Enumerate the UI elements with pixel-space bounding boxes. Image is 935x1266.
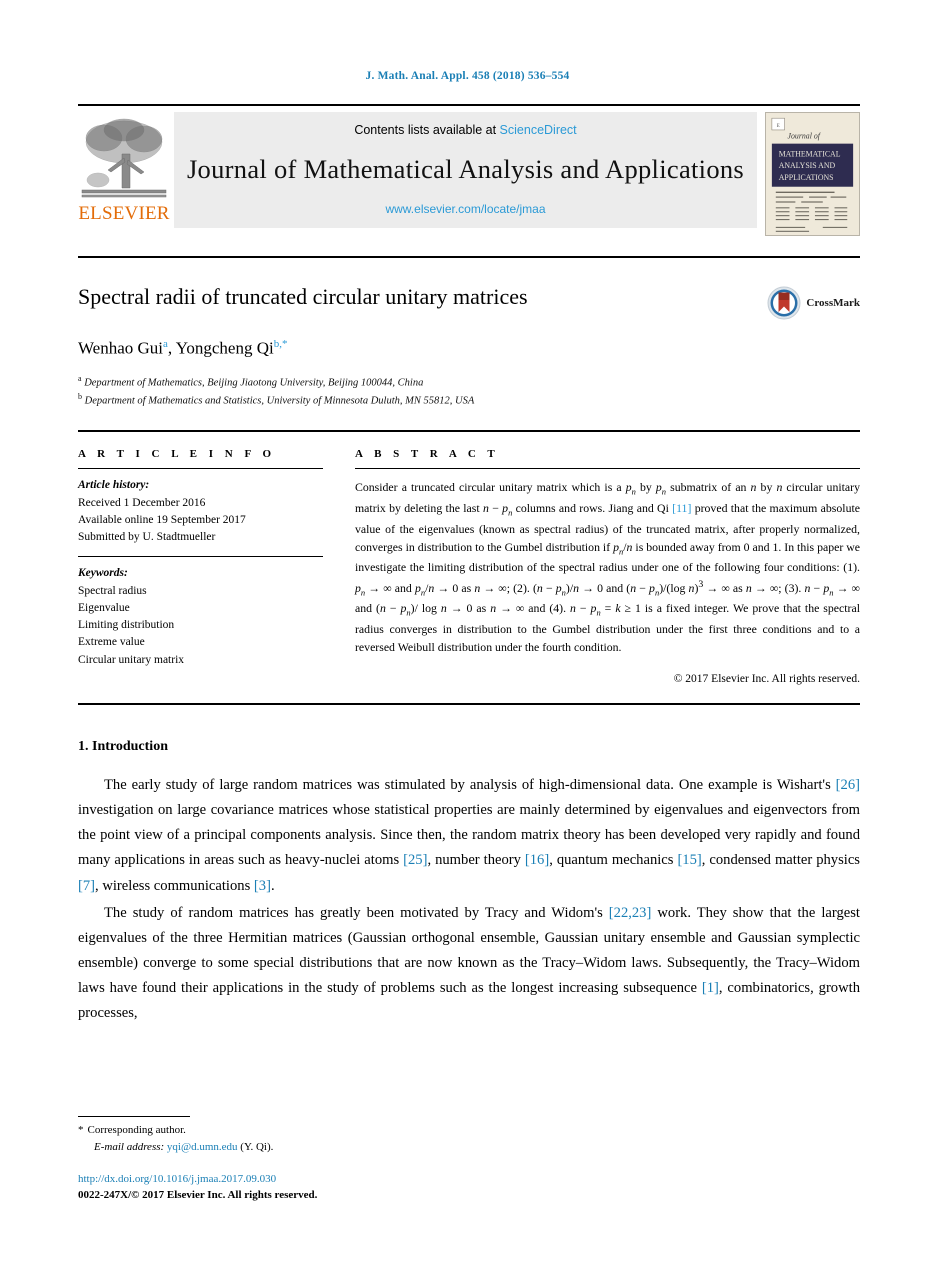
body-paragraph: The early study of large random matrices…	[78, 777, 860, 894]
elsevier-tree-icon	[81, 118, 167, 198]
affiliation-text-a: Department of Mathematics, Beijing Jiaot…	[84, 377, 424, 389]
crossmark-label: CrossMark	[806, 297, 860, 309]
keyword-item: Spectral radius	[78, 584, 147, 597]
email-suffix: (Y. Qi).	[240, 1140, 274, 1153]
affiliation-a: a Department of Mathematics, Beijing Jia…	[78, 373, 860, 391]
contents-prefix: Contents lists available at	[354, 123, 500, 137]
journal-masthead: ELSEVIER Contents lists available at Sci…	[78, 104, 860, 236]
journal-title: Journal of Mathematical Analysis and App…	[186, 154, 745, 184]
abstract-bottom-rule	[78, 703, 860, 706]
abstract-copyright: © 2017 Elsevier Inc. All rights reserved…	[673, 673, 860, 686]
corresponding-text: Corresponding author.	[87, 1124, 186, 1137]
corresponding-author-note: * Corresponding author.	[78, 1122, 860, 1139]
svg-text:MATHEMATICAL: MATHEMATICAL	[779, 149, 841, 158]
article-info-heading: A R T I C L E I N F O	[78, 448, 276, 461]
issn-copyright-line: 0022-247X/© 2017 Elsevier Inc. All right…	[78, 1189, 318, 1202]
journal-url-link[interactable]: www.elsevier.com/locate/jmaa	[174, 202, 757, 216]
page-footer: * Corresponding author. E-mail address: y…	[78, 1116, 860, 1204]
body-area: 1. Introduction The early study of large…	[78, 739, 860, 1026]
article-info-rule	[78, 468, 323, 470]
doi-block: http://dx.doi.org/10.1016/j.jmaa.2017.09…	[78, 1172, 860, 1204]
keywords-group: Keywords: Spectral radius Eigenvalue Lim…	[78, 565, 323, 669]
affiliation-text-b: Department of Mathematics and Statistics…	[84, 395, 475, 407]
abstract-rule	[355, 468, 860, 470]
cover-artwork: E Journal of MATHEMATICAL ANALYSIS AND A…	[766, 113, 859, 235]
keyword-item: Extreme value	[78, 636, 145, 649]
title-bottom-rule	[78, 430, 860, 433]
keyword-item: Eigenvalue	[78, 601, 130, 614]
history-item-received: Received 1 December 2016	[78, 496, 206, 509]
email-link[interactable]: yqi@d.umn.edu	[167, 1141, 238, 1153]
contents-lists-line: Contents lists available at ScienceDirec…	[174, 123, 757, 137]
keyword-item: Limiting distribution	[78, 619, 175, 632]
paper-page: J. Math. Anal. Appl. 458 (2018) 536–554	[0, 0, 935, 1266]
abstract-column: A B S T R A C T Consider a truncated cir…	[355, 448, 860, 685]
footnote-rule	[78, 1116, 190, 1118]
abstract-heading: A B S T R A C T	[355, 448, 500, 461]
svg-text:Journal of: Journal of	[788, 132, 822, 141]
masthead-bottom-rule	[78, 256, 860, 258]
elsevier-logo: ELSEVIER	[78, 112, 170, 223]
email-label: E-mail address:	[94, 1140, 165, 1153]
crossmark-badge[interactable]: CrossMark	[767, 286, 860, 320]
article-info-column: A R T I C L E I N F O Article history: R…	[78, 448, 323, 685]
author-list: Wenhao Guia, Yongcheng Qib,*	[78, 338, 288, 359]
title-block: Spectral radii of truncated circular uni…	[78, 284, 860, 408]
crossmark-icon	[767, 286, 801, 320]
keywords-rule	[78, 556, 323, 558]
keyword-item: Circular unitary matrix	[78, 653, 185, 666]
svg-text:APPLICATIONS: APPLICATIONS	[779, 173, 834, 182]
abstract-area: A R T I C L E I N F O Article history: R…	[78, 448, 860, 685]
masthead-center: Contents lists available at ScienceDirec…	[174, 112, 757, 228]
elsevier-wordmark: ELSEVIER	[78, 203, 170, 224]
section-title-introduction: 1. Introduction	[78, 739, 168, 755]
affiliation-marker-b: b	[78, 391, 82, 401]
affiliation-marker-a: a	[78, 374, 82, 384]
email-note: E-mail address: yqi@d.umn.edu (Y. Qi).	[94, 1139, 860, 1156]
svg-text:ANALYSIS AND: ANALYSIS AND	[779, 161, 836, 170]
doi-link[interactable]: http://dx.doi.org/10.1016/j.jmaa.2017.09…	[78, 1172, 860, 1188]
article-history-group: Article history: Received 1 December 201…	[78, 477, 323, 546]
abstract-text: Consider a truncated circular unitary ma…	[355, 480, 860, 654]
svg-text:E: E	[777, 124, 780, 129]
journal-cover-thumbnail: E Journal of MATHEMATICAL ANALYSIS AND A…	[765, 112, 860, 236]
affiliation-b: b Department of Mathematics and Statisti…	[78, 391, 860, 409]
keywords-label: Keywords:	[78, 567, 128, 580]
history-item-available: Available online 19 September 2017	[78, 513, 246, 526]
running-head: J. Math. Anal. Appl. 458 (2018) 536–554	[365, 70, 570, 82]
history-item-submitted: Submitted by U. Stadtmueller	[78, 531, 216, 544]
corresponding-marker: *	[78, 1124, 84, 1137]
body-paragraph: The study of random matrices has greatly…	[78, 904, 860, 1022]
affiliations: a Department of Mathematics, Beijing Jia…	[78, 373, 860, 408]
sciencedirect-link[interactable]: ScienceDirect	[500, 123, 577, 137]
page-title: Spectral radii of truncated circular uni…	[78, 284, 528, 309]
article-history-label: Article history:	[78, 479, 150, 492]
